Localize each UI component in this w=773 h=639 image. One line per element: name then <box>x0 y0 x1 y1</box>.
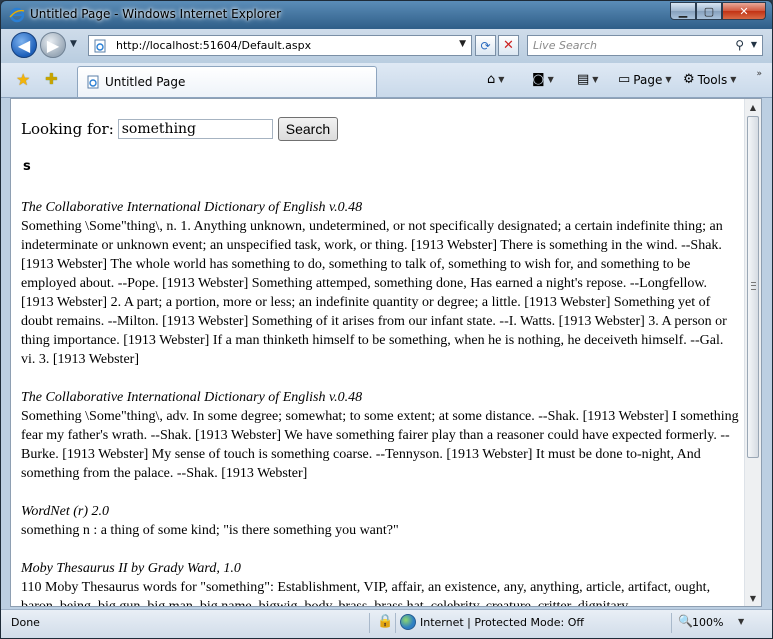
scroll-up-arrow-icon[interactable]: ▲ <box>745 99 761 115</box>
scrollbar-thumb[interactable] <box>747 116 759 458</box>
home-button[interactable]: ⌂ ▼ <box>487 72 504 87</box>
page-menu-button[interactable]: ▭ Page ▼ <box>618 72 672 87</box>
print-dropdown-icon[interactable]: ▼ <box>592 75 598 84</box>
entry-definition: 110 Moby Thesaurus words for "something"… <box>21 580 711 606</box>
feeds-button[interactable]: ◙ ▼ <box>532 72 554 87</box>
minimize-button[interactable]: ▁ <box>670 2 696 20</box>
results-heading: s <box>23 159 31 174</box>
stop-icon: ✕ <box>503 38 514 53</box>
maximize-button[interactable]: ▢ <box>696 2 722 20</box>
zoom-level[interactable]: 100% <box>692 616 723 629</box>
close-button[interactable]: ✕ <box>722 2 766 20</box>
more-commands-chevron-icon[interactable]: » <box>756 69 762 79</box>
stop-button[interactable]: ✕ <box>498 35 519 56</box>
definition-list: The Collaborative International Dictiona… <box>21 198 741 606</box>
add-favorites-icon[interactable]: ✚ <box>45 70 58 88</box>
page-dropdown-icon: ▼ <box>665 75 672 84</box>
status-bar: Done 🔒 Internet | Protected Mode: Off 🔍 … <box>1 609 772 638</box>
search-button[interactable]: Search <box>277 117 339 141</box>
browser-window: Untitled Page - Windows Internet Explore… <box>0 0 773 639</box>
print-button[interactable]: ▤ ▼ <box>577 72 598 87</box>
page-content: Looking for: Search s The Collaborative … <box>11 99 744 606</box>
caption-buttons: ▁ ▢ ✕ <box>670 2 766 22</box>
address-dropdown-icon[interactable]: ▼ <box>459 39 466 49</box>
scroll-down-arrow-icon[interactable]: ▼ <box>745 590 761 606</box>
entry-source: WordNet (r) 2.0 <box>21 504 110 519</box>
entry-definition: something n : a thing of some kind; "is … <box>21 523 399 538</box>
title-bar: Untitled Page - Windows Internet Explore… <box>1 1 772 29</box>
entry-definition: Something \Some"thing\, adv. In some deg… <box>21 409 739 481</box>
home-icon: ⌂ <box>487 72 496 87</box>
page-menu-icon: ▭ <box>618 72 631 87</box>
address-bar[interactable]: http://localhost:51604/Default.aspx ▼ <box>88 35 472 56</box>
printer-icon: ▤ <box>577 72 590 87</box>
back-arrow-icon: ◀ <box>17 35 31 55</box>
page-menu-label: Page <box>633 72 663 87</box>
forward-button[interactable]: ▶ <box>40 32 66 58</box>
window-title: Untitled Page - Windows Internet Explore… <box>30 7 282 21</box>
tools-menu-label: Tools <box>697 72 728 87</box>
vertical-scrollbar[interactable]: ▲ ▼ <box>744 99 761 606</box>
status-text: Done <box>11 616 40 629</box>
recent-pages-dropdown[interactable]: ▼ <box>70 39 77 49</box>
command-bar: ★ ✚ Untitled Page ⌂ ▼ ◙ ▼ ▤ ▼ ▭ Page ▼ ⚙ To… <box>1 63 772 98</box>
security-zone-text[interactable]: Internet | Protected Mode: Off <box>420 616 584 629</box>
forward-arrow-icon: ▶ <box>46 35 60 55</box>
tools-dropdown-icon: ▼ <box>730 75 737 84</box>
status-divider <box>395 613 396 633</box>
entry-source: The Collaborative International Dictiona… <box>21 200 363 215</box>
page-icon <box>87 75 99 89</box>
status-divider <box>671 613 672 633</box>
close-icon: ✕ <box>739 4 749 18</box>
zoom-dropdown-icon[interactable]: ▼ <box>738 617 744 626</box>
security-lock-icon[interactable]: 🔒 <box>377 614 393 629</box>
status-divider <box>369 613 370 633</box>
tab-untitled-page[interactable]: Untitled Page <box>77 66 377 97</box>
definition-entry: Moby Thesaurus II by Grady Ward, 1.0 110… <box>21 559 741 606</box>
tools-menu-button[interactable]: ⚙ Tools ▼ <box>683 72 736 87</box>
entry-source: The Collaborative International Dictiona… <box>21 390 363 405</box>
internet-explorer-icon <box>9 7 25 23</box>
search-box[interactable]: Live Search ⚲ ▼ <box>527 35 763 56</box>
feeds-dropdown-icon[interactable]: ▼ <box>548 75 554 84</box>
rss-feed-icon: ◙ <box>532 72 545 87</box>
scrollbar-grip <box>751 282 756 290</box>
maximize-icon: ▢ <box>703 4 715 18</box>
zoom-magnifier-icon[interactable]: 🔍 <box>678 614 693 628</box>
definition-entry: The Collaborative International Dictiona… <box>21 388 741 483</box>
internet-zone-globe-icon <box>400 614 416 630</box>
entry-source: Moby Thesaurus II by Grady Ward, 1.0 <box>21 561 241 576</box>
definition-entry: The Collaborative International Dictiona… <box>21 198 741 369</box>
search-options-dropdown-icon[interactable]: ▼ <box>751 40 757 49</box>
definition-entry: WordNet (r) 2.0 something n : a thing of… <box>21 502 741 540</box>
back-button[interactable]: ◀ <box>11 32 37 58</box>
search-input[interactable] <box>117 119 273 139</box>
refresh-icon: ⟳ <box>480 38 491 53</box>
page-viewport: Looking for: Search s The Collaborative … <box>10 98 762 607</box>
page-icon <box>94 39 106 53</box>
search-form: Looking for: Search <box>21 117 339 141</box>
search-icon[interactable]: ⚲ <box>735 38 744 52</box>
address-url[interactable]: http://localhost:51604/Default.aspx <box>116 39 311 52</box>
entry-definition: Something \Some"thing\, n. 1. Anything u… <box>21 219 727 367</box>
tab-label: Untitled Page <box>105 75 186 89</box>
navigation-bar: ◀ ▶ ▼ http://localhost:51604/Default.asp… <box>1 29 772 63</box>
refresh-button[interactable]: ⟳ <box>475 35 496 56</box>
looking-for-label: Looking for: <box>21 120 114 138</box>
search-placeholder[interactable]: Live Search <box>533 39 597 52</box>
gear-icon: ⚙ <box>683 72 695 87</box>
minimize-icon: ▁ <box>678 4 688 18</box>
home-dropdown-icon[interactable]: ▼ <box>498 75 504 84</box>
favorites-star-icon[interactable]: ★ <box>16 70 30 89</box>
